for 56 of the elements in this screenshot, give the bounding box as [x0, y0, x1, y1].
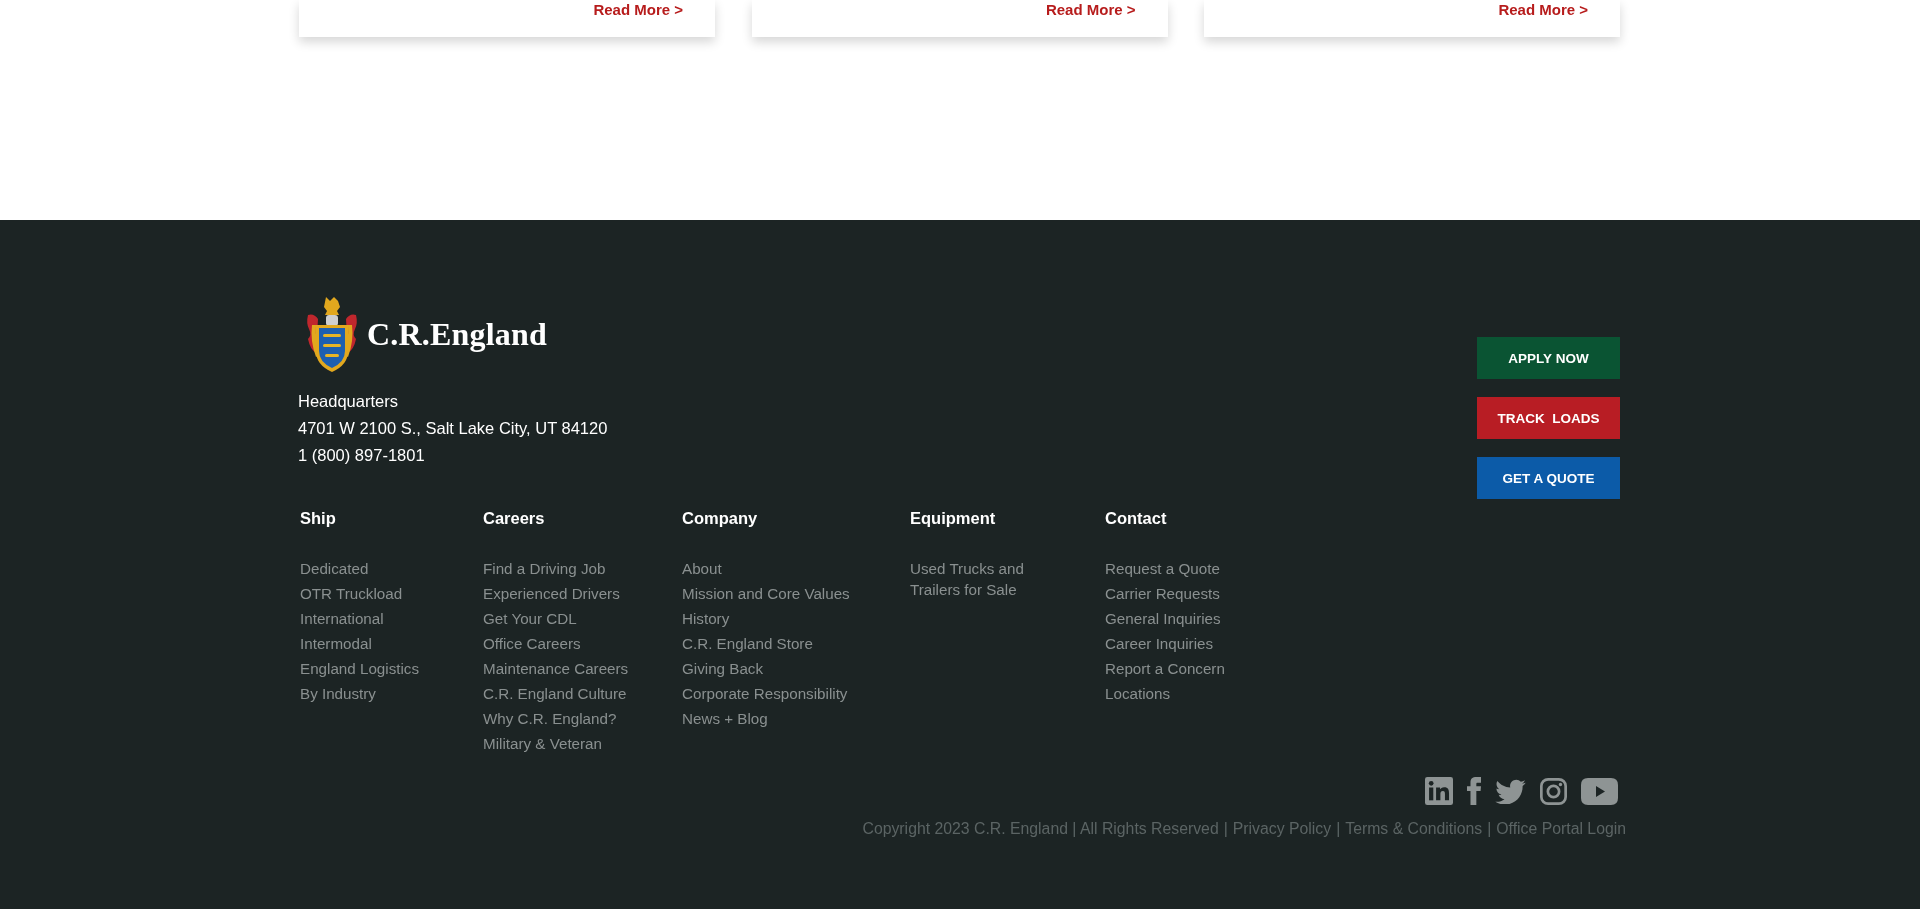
footer-link[interactable]: History: [682, 608, 730, 629]
footer-link[interactable]: C.R. England Store: [682, 633, 813, 654]
footer-link[interactable]: Office Careers: [483, 633, 581, 654]
separator-text: |: [1487, 819, 1492, 839]
footer-link[interactable]: News + Blog: [682, 708, 768, 729]
footer-link[interactable]: By Industry: [300, 683, 376, 704]
address-text: 4701 W 2100 S., Salt Lake City, UT 84120: [298, 418, 608, 439]
footer-link[interactable]: Experienced Drivers: [483, 583, 620, 604]
linkedin-icon[interactable]: [1425, 777, 1453, 805]
footer-link[interactable]: Find a Driving Job: [483, 558, 606, 579]
logo-text: C.R.England: [367, 315, 548, 353]
footer-link[interactable]: Dedicated: [300, 558, 369, 579]
facebook-icon[interactable]: [1467, 777, 1481, 805]
legal-link[interactable]: Office Portal Login: [1496, 819, 1626, 839]
footer-link[interactable]: Intermodal: [300, 633, 372, 654]
footer-link[interactable]: Career Inquiries: [1105, 633, 1214, 654]
column-heading: Careers: [483, 508, 546, 529]
read-more-link[interactable]: Read More >: [1498, 1, 1588, 18]
footer-link[interactable]: Giving Back: [682, 658, 764, 679]
read-more-link[interactable]: Read More >: [1045, 1, 1136, 18]
instagram-icon[interactable]: [1540, 777, 1567, 805]
cta-button[interactable]: TRACK LOADS: [1477, 397, 1620, 439]
footer-link[interactable]: General Inquiries: [1105, 608, 1221, 629]
legal-link[interactable]: Privacy Policy: [1232, 819, 1332, 839]
column-heading: Ship: [300, 508, 337, 529]
cta-button[interactable]: APPLY NOW: [1477, 337, 1620, 379]
youtube-icon[interactable]: [1581, 777, 1618, 805]
legal-link[interactable]: Terms & Conditions: [1345, 819, 1483, 839]
footer-link[interactable]: Locations: [1105, 683, 1170, 704]
footer-link[interactable]: International: [300, 608, 384, 629]
footer-link[interactable]: About: [682, 558, 722, 579]
footer-link[interactable]: C.R. England Culture: [483, 683, 627, 704]
footer-link[interactable]: Military & Veteran: [483, 733, 602, 754]
footer-link[interactable]: Carrier Requests: [1105, 583, 1220, 604]
column-heading: Contact: [1105, 508, 1168, 529]
twitter-icon[interactable]: [1495, 778, 1526, 804]
footer-link[interactable]: Maintenance Careers: [483, 658, 629, 679]
column-heading: Company: [682, 508, 759, 529]
footer-link[interactable]: Mission and Core Values: [682, 583, 850, 604]
footer-link[interactable]: OTR Truckload: [300, 583, 403, 604]
footer-link[interactable]: Corporate Responsibility: [682, 683, 848, 704]
separator-text: |: [1223, 819, 1228, 839]
copyright-text: Copyright 2023 C.R. England | All Rights Reserved: [862, 819, 1219, 839]
footer-link[interactable]: England Logistics: [300, 658, 420, 679]
footer-link[interactable]: Report a Concern: [1105, 658, 1225, 679]
column-heading: Equipment: [910, 508, 997, 529]
footer-link[interactable]: Request a Quote: [1105, 558, 1220, 579]
cta-button[interactable]: GET A QUOTE: [1477, 457, 1620, 499]
address-text: Headquarters: [298, 391, 399, 412]
address-text: 1 (800) 897-1801: [298, 445, 426, 466]
crest-icon: [304, 295, 360, 373]
footer-link[interactable]: Used Trucks and Trailers for Sale: [910, 558, 1050, 600]
read-more-link[interactable]: Read More >: [593, 1, 683, 18]
footer-link[interactable]: Get Your CDL: [483, 608, 577, 629]
separator-text: |: [1336, 819, 1341, 839]
footer-link[interactable]: Why C.R. England?: [483, 708, 617, 729]
